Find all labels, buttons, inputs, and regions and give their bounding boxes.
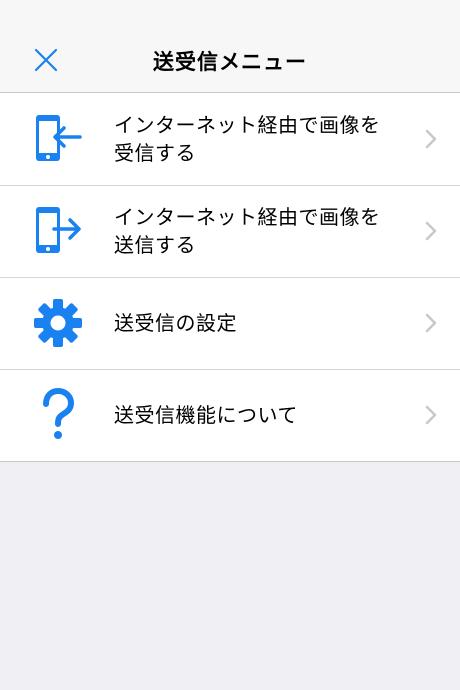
- menu-item-receive-label: インターネット経由で画像を 受信する: [114, 113, 381, 165]
- chevron-right-icon: [425, 129, 437, 149]
- menu-item-send[interactable]: インターネット経由で画像を 送信する: [0, 185, 460, 277]
- menu-list: インターネット経由で画像を 受信する インターネット経由で画像を 送信する 送受…: [0, 93, 460, 462]
- chevron-right-icon: [425, 405, 437, 425]
- menu-item-send-label: インターネット経由で画像を 送信する: [114, 205, 381, 257]
- menu-item-settings[interactable]: 送受信の設定: [0, 277, 460, 369]
- chevron-right-icon: [425, 221, 437, 241]
- menu-item-settings-label: 送受信の設定: [114, 311, 237, 335]
- page-title: 送受信メニュー: [153, 50, 307, 74]
- phone-receive-icon: [28, 109, 88, 169]
- menu-item-receive[interactable]: インターネット経由で画像を 受信する: [0, 93, 460, 185]
- chevron-right-icon: [425, 313, 437, 333]
- gear-icon: [28, 293, 88, 353]
- menu-item-about-label: 送受信機能について: [114, 403, 298, 427]
- header-bar: 送受信メニュー: [0, 0, 460, 93]
- question-mark-icon: [28, 385, 88, 445]
- menu-item-about[interactable]: 送受信機能について: [0, 369, 460, 461]
- phone-send-icon: [28, 201, 88, 261]
